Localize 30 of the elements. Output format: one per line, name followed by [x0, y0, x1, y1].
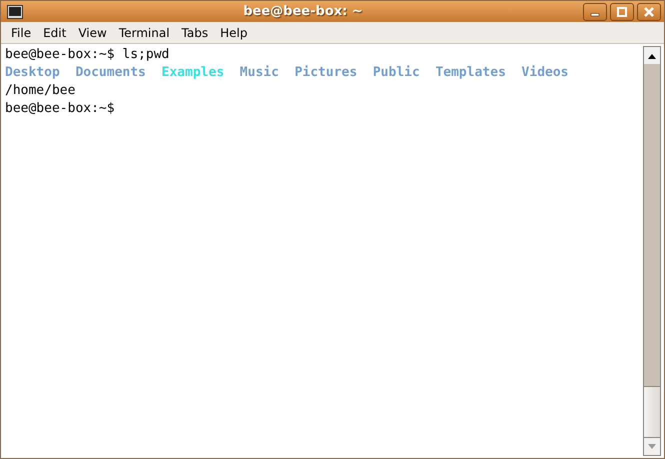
directory-name: Examples	[162, 64, 224, 82]
scrollbar[interactable]	[643, 46, 661, 456]
terminal-icon	[7, 4, 23, 18]
menu-item[interactable]: File	[5, 26, 38, 40]
directory-name: Desktop	[5, 64, 60, 82]
scroll-up-button[interactable]	[644, 47, 660, 64]
minimize-icon	[590, 13, 600, 17]
close-button[interactable]	[637, 2, 661, 20]
close-icon	[643, 6, 655, 18]
terminal-line: bee@bee-box:~$	[5, 100, 115, 118]
menu-item[interactable]: Terminal	[112, 26, 176, 40]
menu-item[interactable]: Edit	[37, 26, 72, 40]
directory-name: Pictures	[294, 64, 358, 82]
up-arrow-icon	[648, 52, 656, 58]
minimize-button[interactable]	[583, 2, 607, 20]
directory-name: Documents	[75, 64, 146, 82]
menu-item[interactable]: Tabs	[176, 26, 214, 40]
window-title: bee@bee-box: ~	[242, 4, 364, 19]
directory-name: Music	[240, 64, 279, 82]
maximize-icon	[616, 6, 628, 18]
directory-name: Public	[372, 64, 420, 82]
terminal-line: bee@bee-box:~$ ls;pwd	[5, 46, 170, 64]
directory-name: Templates	[435, 64, 506, 82]
down-arrow-icon	[648, 444, 656, 450]
scrollbar-thumb[interactable]	[644, 386, 660, 438]
menu-item[interactable]: Help	[214, 26, 254, 40]
directory-name: Videos	[522, 64, 569, 82]
menu-item[interactable]: View	[72, 26, 113, 40]
terminal-line: /home/bee	[5, 82, 76, 100]
maximize-button[interactable]	[610, 2, 634, 20]
